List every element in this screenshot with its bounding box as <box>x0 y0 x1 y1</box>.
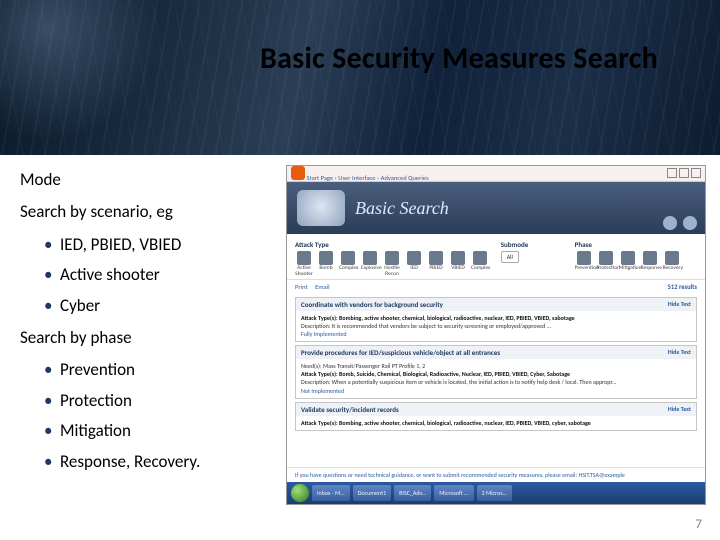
submode-label: Submode <box>501 240 567 249</box>
firefox-icon <box>291 166 305 180</box>
card-title: Coordinate with vendors for background s… <box>301 300 443 309</box>
list-item: •IED, PBIED, VBIED <box>44 235 275 255</box>
taskbar-item[interactable]: Document1 <box>353 485 391 501</box>
slide-number: 7 <box>695 517 702 532</box>
filter-icon[interactable]: Complex <box>339 251 357 277</box>
result-count: 512 results <box>668 283 697 291</box>
filter-icon[interactable]: Recovery <box>663 251 681 272</box>
list-item: •Response, Recovery. <box>44 452 275 472</box>
filter-icon[interactable]: Explosive <box>361 251 379 277</box>
info-icon <box>683 216 697 230</box>
submode-chip[interactable]: All <box>501 251 519 263</box>
hide-text-link[interactable]: Hide Text <box>668 405 691 414</box>
attack-type-icons: Active Shooter Bomb Complex Explosive Ho… <box>295 251 493 277</box>
browser-chrome: Start Page › User Interface › Advanced Q… <box>287 166 705 182</box>
title-banner: Basic Security Measures Search <box>0 0 720 155</box>
filter-row: Attack Type Active Shooter Bomb Complex … <box>287 234 705 280</box>
phase-list: •Prevention •Protection •Mitigation •Res… <box>44 360 275 472</box>
taskbar-item[interactable]: Inbox - M... <box>312 485 350 501</box>
breadcrumb: Start Page › User Interface › Advanced Q… <box>306 174 428 182</box>
filter-icon[interactable]: VBIED <box>449 251 467 277</box>
filter-icon[interactable]: Bomb <box>317 251 335 277</box>
scenario-list: •IED, PBIED, VBIED •Active shooter •Cybe… <box>44 235 275 316</box>
filter-icon[interactable]: Prevention <box>575 251 593 272</box>
result-card: Validate security/incident records Hide T… <box>295 402 697 431</box>
taskbar-item[interactable]: BISC_Adv... <box>394 485 431 501</box>
result-card: Coordinate with vendors for background s… <box>295 297 697 342</box>
results-toolbar: Print Email 512 results <box>287 280 705 294</box>
filter-icon[interactable]: Active Shooter <box>295 251 313 277</box>
mode-heading: Mode <box>20 170 275 190</box>
phase-heading: Search by phase <box>20 328 275 348</box>
filter-icon[interactable]: Mitigation <box>619 251 637 272</box>
filter-icon[interactable]: Protection <box>597 251 615 272</box>
filter-icon[interactable]: Complex <box>471 251 489 277</box>
filter-icon[interactable]: PBIED <box>427 251 445 277</box>
screenshot-inset: Start Page › User Interface › Advanced Q… <box>286 165 706 505</box>
app-ribbon: Basic Search <box>287 182 705 234</box>
hide-text-link[interactable]: Hide Text <box>668 300 691 309</box>
attack-type-label: Attack Type <box>295 240 493 249</box>
footer-note: If you have questions or need technical … <box>287 467 705 482</box>
card-title: Provide procedures for IED/suspicious ve… <box>301 348 500 357</box>
filter-icon[interactable]: Response <box>641 251 659 272</box>
page-title: Basic Security Measures Search <box>260 40 658 77</box>
card-title: Validate security/incident records <box>301 405 399 414</box>
filter-icon[interactable]: Hostile Recon <box>383 251 401 277</box>
result-card: Provide procedures for IED/suspicious ve… <box>295 345 697 398</box>
print-link[interactable]: Print <box>295 283 308 291</box>
window-controls <box>665 168 701 180</box>
phase-icons: Prevention Protection Mitigation Respons… <box>575 251 697 272</box>
phase-label: Phase <box>575 240 697 249</box>
list-item: •Prevention <box>44 360 275 380</box>
filter-icon[interactable]: IED <box>405 251 423 277</box>
list-item: •Active shooter <box>44 265 275 285</box>
email-link[interactable]: Email <box>315 283 329 291</box>
list-item: •Cyber <box>44 296 275 316</box>
taskbar-item[interactable]: 2 Micros... <box>477 485 513 501</box>
hide-text-link[interactable]: Hide Text <box>668 348 691 357</box>
outline: Mode Search by scenario, eg •IED, PBIED,… <box>20 170 275 484</box>
start-button-icon[interactable] <box>291 484 309 502</box>
ribbon-title: Basic Search <box>355 198 449 219</box>
help-icon <box>663 216 677 230</box>
app-badge-icon <box>297 190 345 226</box>
list-item: •Mitigation <box>44 421 275 441</box>
scenario-heading: Search by scenario, eg <box>20 202 275 222</box>
taskbar-item[interactable]: Microsoft ... <box>434 485 473 501</box>
windows-taskbar: Inbox - M... Document1 BISC_Adv... Micro… <box>287 482 705 504</box>
list-item: •Protection <box>44 391 275 411</box>
